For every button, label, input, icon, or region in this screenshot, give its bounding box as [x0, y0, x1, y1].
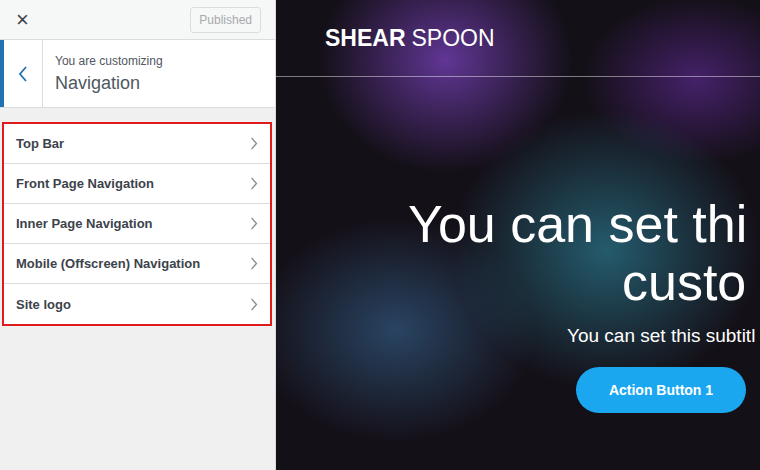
section-item[interactable]: Mobile (Offscreen) Navigation: [4, 244, 270, 284]
hero-headline: You can set thi: [408, 195, 747, 253]
close-button[interactable]: ×: [12, 7, 33, 33]
site-preview: SHEARSPOONYou can set thicustoYou can se…: [276, 0, 760, 470]
section-label: Front Page Navigation: [16, 176, 154, 191]
back-arrow-icon: [18, 66, 28, 82]
chevron-right-icon: [250, 137, 258, 150]
section-item[interactable]: Top Bar: [4, 124, 270, 164]
section-label: Mobile (Offscreen) Navigation: [16, 256, 200, 271]
action-button[interactable]: Action Button 1: [576, 367, 746, 413]
site-logo-strong[interactable]: SHEAR: [325, 25, 406, 52]
chevron-right-icon: [250, 257, 258, 270]
chevron-right-icon: [250, 298, 258, 311]
header-title: Navigation: [55, 73, 163, 94]
header-titles: You are customizing Navigation: [43, 40, 175, 107]
section-label: Top Bar: [16, 136, 64, 151]
chevron-right-icon: [250, 217, 258, 230]
hero-headline: custo: [622, 253, 746, 311]
section-list: Top Bar Front Page Navigation Inner Page N…: [2, 122, 272, 326]
hero-section: You can set thicusto You can set this sub…: [276, 77, 760, 413]
site-header: SHEARSPOON: [276, 0, 760, 77]
section-item[interactable]: Site logo: [4, 284, 270, 324]
section-item[interactable]: Front Page Navigation: [4, 164, 270, 204]
section-item[interactable]: Inner Page Navigation: [4, 204, 270, 244]
section-header: You are customizing Navigation: [0, 40, 275, 108]
customizer-panel: × Published You are customizing Navigation T…: [0, 0, 276, 470]
header-eyebrow: You are customizing: [55, 54, 163, 68]
hero-subtitle: You can set this subtitl: [567, 325, 755, 347]
publish-button: Published: [190, 7, 261, 33]
section-label: Inner Page Navigation: [16, 216, 153, 231]
section-label: Site logo: [16, 297, 71, 312]
back-button[interactable]: [0, 40, 43, 107]
customizer-toolbar: × Published: [0, 0, 275, 40]
site-logo-light[interactable]: SPOON: [412, 25, 495, 52]
chevron-right-icon: [250, 177, 258, 190]
